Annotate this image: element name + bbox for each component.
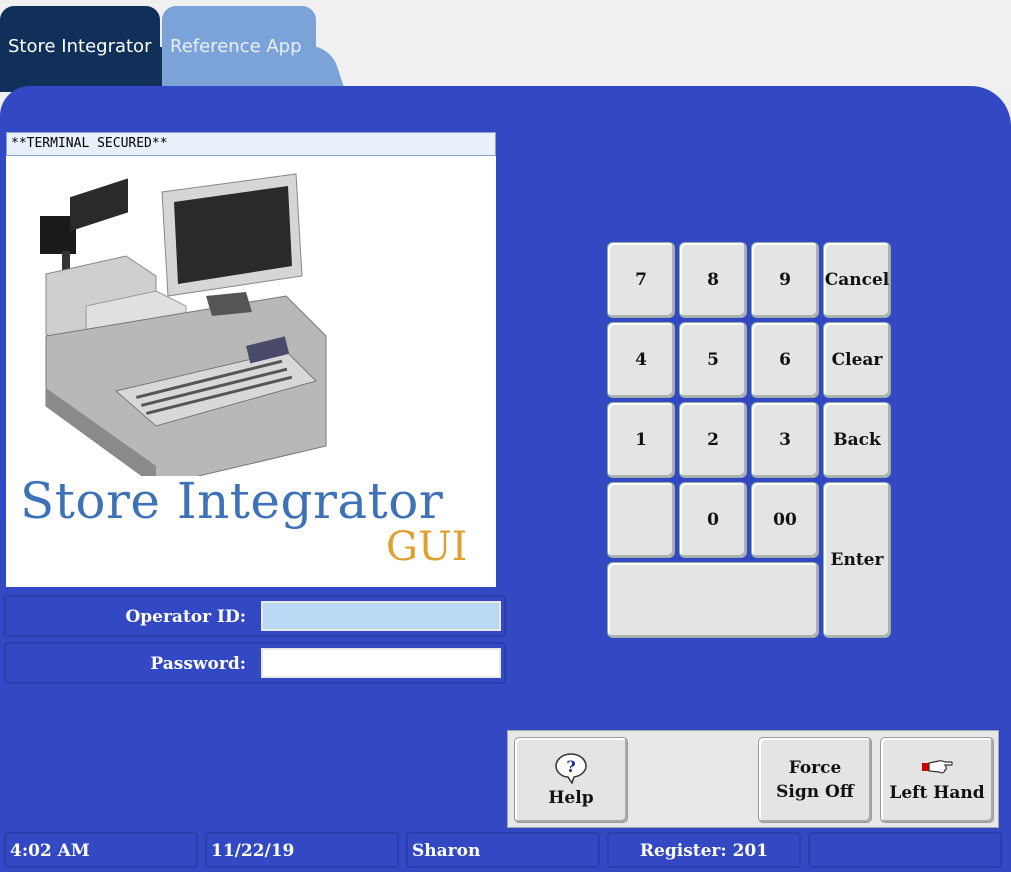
- status-time: 4:02 AM: [4, 832, 198, 868]
- enter-button[interactable]: Enter: [823, 482, 891, 638]
- tab-label: Reference App: [170, 36, 302, 57]
- tab-reference-app[interactable]: Reference App: [162, 6, 316, 92]
- key-00[interactable]: 00: [751, 482, 819, 558]
- password-row: Password:: [4, 642, 506, 684]
- back-button[interactable]: Back: [823, 402, 891, 478]
- status-date: 11/22/19: [205, 832, 399, 868]
- logo-title: Store Integrator: [20, 472, 444, 530]
- status-register: Register: 201: [607, 832, 801, 868]
- clear-button[interactable]: Clear: [823, 322, 891, 398]
- key-6[interactable]: 6: [751, 322, 819, 398]
- key-3[interactable]: 3: [751, 402, 819, 478]
- password-input[interactable]: [261, 648, 501, 678]
- help-button[interactable]: ? Help: [514, 737, 628, 823]
- help-icon: ?: [555, 753, 587, 784]
- force-label-line2: Sign Off: [776, 782, 854, 802]
- key-2[interactable]: 2: [679, 402, 747, 478]
- tab-label: Store Integrator: [8, 36, 152, 57]
- key-9[interactable]: 9: [751, 242, 819, 318]
- key-7[interactable]: 7: [607, 242, 675, 318]
- left-hand-button[interactable]: Left Hand: [880, 737, 994, 823]
- force-sign-off-button[interactable]: Force Sign Off: [758, 737, 872, 823]
- left-hand-label: Left Hand: [889, 783, 985, 803]
- operator-id-row: Operator ID:: [4, 595, 506, 637]
- key-blank[interactable]: [607, 482, 675, 558]
- operator-id-label: Operator ID:: [125, 607, 246, 627]
- status-extra: [808, 832, 1002, 868]
- key-5[interactable]: 5: [679, 322, 747, 398]
- key-8[interactable]: 8: [679, 242, 747, 318]
- key-4[interactable]: 4: [607, 322, 675, 398]
- pos-terminal-image: [40, 173, 327, 476]
- function-panel: ? Help Force Sign Off Left Hand: [507, 730, 999, 828]
- logo-panel: Store Integrator GUI: [6, 156, 496, 587]
- tab-store-integrator[interactable]: Store Integrator: [0, 6, 160, 92]
- status-operator: Sharon: [406, 832, 600, 868]
- tab-bar: Store Integrator Reference App: [0, 0, 1011, 92]
- help-label: Help: [548, 788, 594, 808]
- key-1[interactable]: 1: [607, 402, 675, 478]
- pointing-hand-icon: [922, 759, 953, 774]
- svg-text:?: ?: [566, 757, 575, 776]
- key-0[interactable]: 0: [679, 482, 747, 558]
- cancel-button[interactable]: Cancel: [823, 242, 891, 318]
- terminal-status: **TERMINAL SECURED**: [6, 132, 496, 156]
- key-wide-blank[interactable]: [607, 562, 819, 638]
- password-label: Password:: [150, 654, 246, 674]
- force-label-line1: Force: [788, 758, 842, 778]
- operator-id-input[interactable]: [261, 601, 501, 631]
- logo-subtitle: GUI: [386, 524, 468, 570]
